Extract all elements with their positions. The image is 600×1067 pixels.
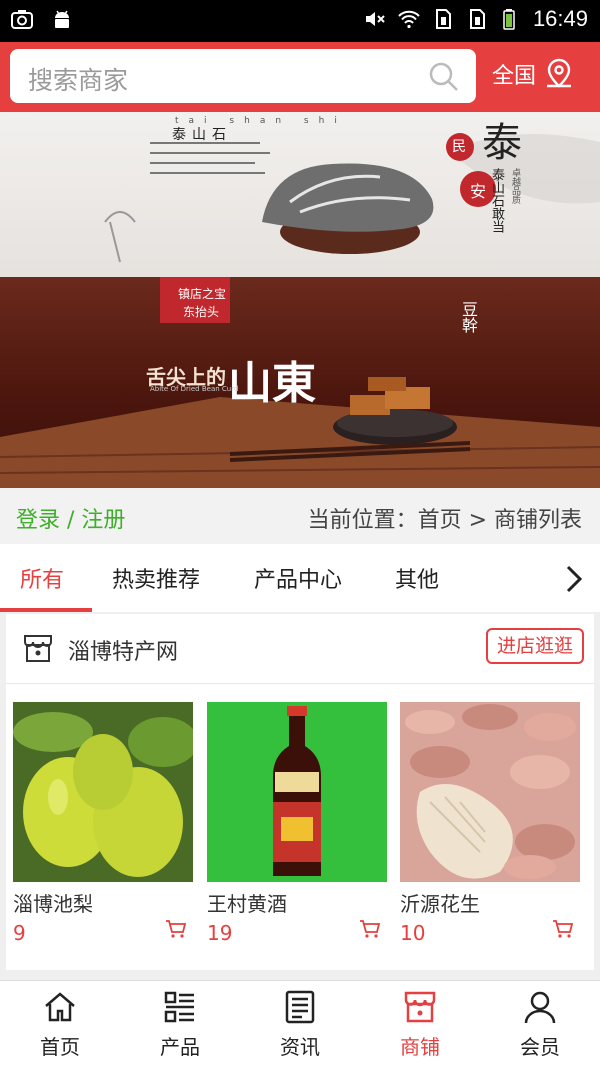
region-label: 全国: [492, 64, 537, 89]
home-icon: [45, 992, 75, 1022]
news-icon: [285, 990, 315, 1024]
product-name[interactable]: 王村黄酒: [207, 888, 387, 917]
search-box[interactable]: 搜索商家: [10, 49, 476, 103]
product-item[interactable]: 王村黄酒 19: [207, 702, 387, 945]
tab-all[interactable]: 所有: [20, 562, 64, 594]
status-bar: 16:49: [0, 0, 600, 42]
nav-news[interactable]: 资讯: [240, 989, 360, 1060]
location-pin-icon: [547, 58, 572, 88]
enter-shop-button[interactable]: 进店逛逛: [486, 628, 584, 664]
search-input[interactable]: 搜索商家: [28, 61, 128, 97]
banner1-side1: 泰山石敢当: [489, 168, 504, 233]
banner2-subtitle: Abite Of Dried Bean Curd: [150, 385, 239, 393]
product-image-peanut[interactable]: [400, 702, 580, 882]
banner2-product: 豆幹: [459, 301, 478, 333]
battery-icon: [503, 9, 515, 30]
nav-member-label: 会员: [520, 1035, 560, 1059]
cart-icon[interactable]: [552, 918, 574, 940]
cart-icon[interactable]: [359, 918, 381, 940]
user-icon: [524, 991, 556, 1024]
login-register-link[interactable]: 登录 / 注册: [16, 502, 125, 534]
product-item[interactable]: 沂源花生 10: [400, 702, 580, 945]
tab-hot[interactable]: 热卖推荐: [112, 562, 200, 594]
category-tabs: 所有 热卖推荐 产品中心 其他: [0, 544, 600, 612]
nav-products-label: 产品: [160, 1035, 200, 1059]
product-item[interactable]: 淄博池梨 9: [13, 702, 193, 945]
product-list-icon: [164, 991, 194, 1023]
banner-shandong-tofu[interactable]: 镇店之宝 东抬头 舌尖上的 山東 Abite Of Dried Bean Cur…: [0, 277, 600, 488]
breadcrumb: 当前位置：首页 > 商铺列表: [307, 508, 582, 533]
wifi-icon: [398, 10, 420, 29]
active-tab-indicator: [0, 608, 92, 612]
product-image-pear[interactable]: [13, 702, 193, 882]
product-image-wine[interactable]: [207, 702, 387, 882]
tab-products[interactable]: 产品中心: [254, 562, 342, 594]
nav-shops-label: 商铺: [400, 1035, 440, 1059]
cart-icon[interactable]: [165, 918, 187, 940]
location-bar: 登录 / 注册 当前位置：首页 > 商铺列表: [0, 488, 600, 544]
sim2-icon: [469, 9, 485, 29]
nav-home-label: 首页: [40, 1035, 80, 1059]
bottom-nav: 首页 产品 资讯 商铺 会员: [0, 980, 600, 1067]
header: 搜索商家 全国: [0, 42, 600, 112]
banner1-title: 泰山石: [172, 127, 232, 143]
banner2-badge2: 东抬头: [183, 305, 220, 319]
product-name[interactable]: 淄博池梨: [13, 888, 193, 917]
android-icon: [55, 10, 69, 28]
region-selector[interactable]: 全国: [492, 58, 574, 90]
banner-taishan-stone[interactable]: tai shan shi 泰山石 民 安 泰 卓越品质 泰山石敢当: [0, 112, 600, 277]
banner2-badge1: 镇店之宝: [178, 287, 227, 301]
nav-products[interactable]: 产品: [120, 989, 240, 1060]
pinyin-shi: shi: [303, 116, 347, 126]
search-icon[interactable]: [428, 61, 460, 93]
sim1-icon: [435, 9, 451, 29]
shop-header: 淄博特产网 进店逛逛: [6, 614, 594, 684]
banner1-big-char: 泰: [482, 120, 522, 166]
status-time: 16:49: [532, 6, 588, 31]
banner1-stamp1: 民: [452, 139, 466, 155]
store-icon: [404, 991, 436, 1023]
nav-shops[interactable]: 商铺: [360, 989, 480, 1060]
chevron-right-icon[interactable]: [564, 564, 584, 594]
tab-other[interactable]: 其他: [395, 562, 439, 594]
banner1-stamp2: 安: [470, 182, 487, 201]
banner2-region: 山東: [228, 358, 316, 409]
store-icon: [24, 635, 52, 662]
nav-home[interactable]: 首页: [0, 989, 120, 1060]
nav-news-label: 资讯: [280, 1035, 320, 1059]
product-name[interactable]: 沂源花生: [400, 888, 580, 917]
mute-icon: [365, 12, 385, 26]
screenshot-icon: [11, 10, 33, 29]
shop-name[interactable]: 淄博特产网: [68, 634, 178, 666]
banner1-side2: 卓越品质: [510, 168, 520, 204]
pinyin-shan: shan: [229, 116, 292, 126]
shop-card: 淄博特产网 进店逛逛 淄博池梨 9 王村黄酒 19 沂源花生 10: [6, 614, 594, 970]
nav-member[interactable]: 会员: [480, 989, 600, 1060]
